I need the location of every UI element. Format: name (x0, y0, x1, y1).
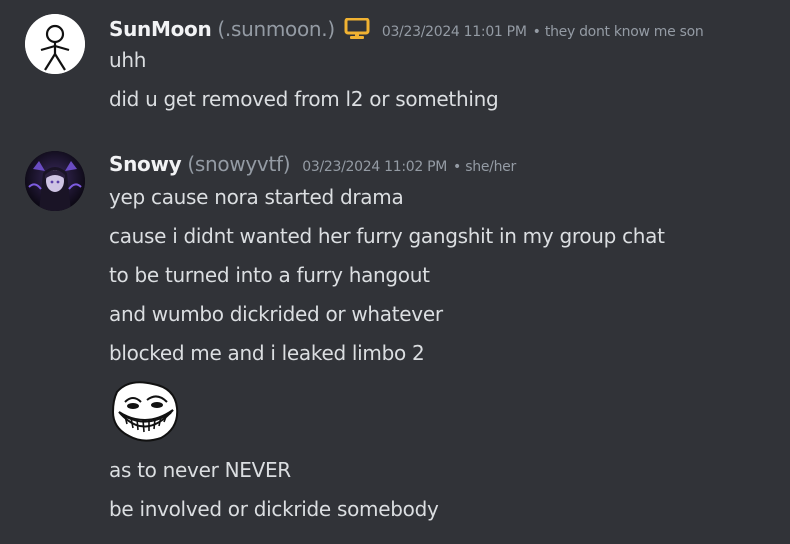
separator-dot: • (532, 24, 541, 40)
username[interactable]: SunMoon (109, 16, 212, 42)
message-line: did u get removed from l2 or something (109, 87, 499, 111)
message-timestamp[interactable]: 03/23/2024 11:01 PM (382, 24, 527, 40)
pronouns: they dont know me son (544, 24, 704, 40)
chat-message-list: SunMoon (.sunmoon.) 03/23/2024 11:01 PM … (0, 0, 790, 544)
message-line: cause i didnt wanted her furry gangshit … (109, 224, 665, 248)
message-line: be involved or dickride somebody (109, 497, 439, 521)
message-line: blocked me and i leaked limbo 2 (109, 341, 425, 365)
message-line: yep cause nora started drama (109, 185, 404, 209)
trollface-emoji[interactable] (109, 380, 181, 442)
message-line: to be turned into a furry hangout (109, 263, 430, 287)
avatar-snowy[interactable] (25, 151, 85, 211)
pronouns: she/her (465, 159, 516, 175)
separator-dot: • (453, 159, 462, 175)
user-handle: (.sunmoon.) (217, 17, 335, 41)
username[interactable]: Snowy (109, 151, 182, 177)
computer-monitor-icon[interactable] (344, 17, 370, 40)
stick-figure-avatar-icon (25, 14, 85, 74)
anime-character-avatar-icon (25, 151, 85, 211)
message-header: Snowy (snowyvtf) 03/23/2024 11:02 PM • s… (109, 151, 516, 177)
message-line: and wumbo dickrided or whatever (109, 302, 443, 326)
message-header: SunMoon (.sunmoon.) 03/23/2024 11:01 PM … (109, 14, 704, 42)
message-timestamp[interactable]: 03/23/2024 11:02 PM (302, 159, 447, 175)
avatar-sunmoon[interactable] (25, 14, 85, 74)
user-handle: (snowyvtf) (187, 152, 291, 176)
message-line: as to never NEVER (109, 458, 291, 482)
message-line: uhh (109, 48, 147, 72)
